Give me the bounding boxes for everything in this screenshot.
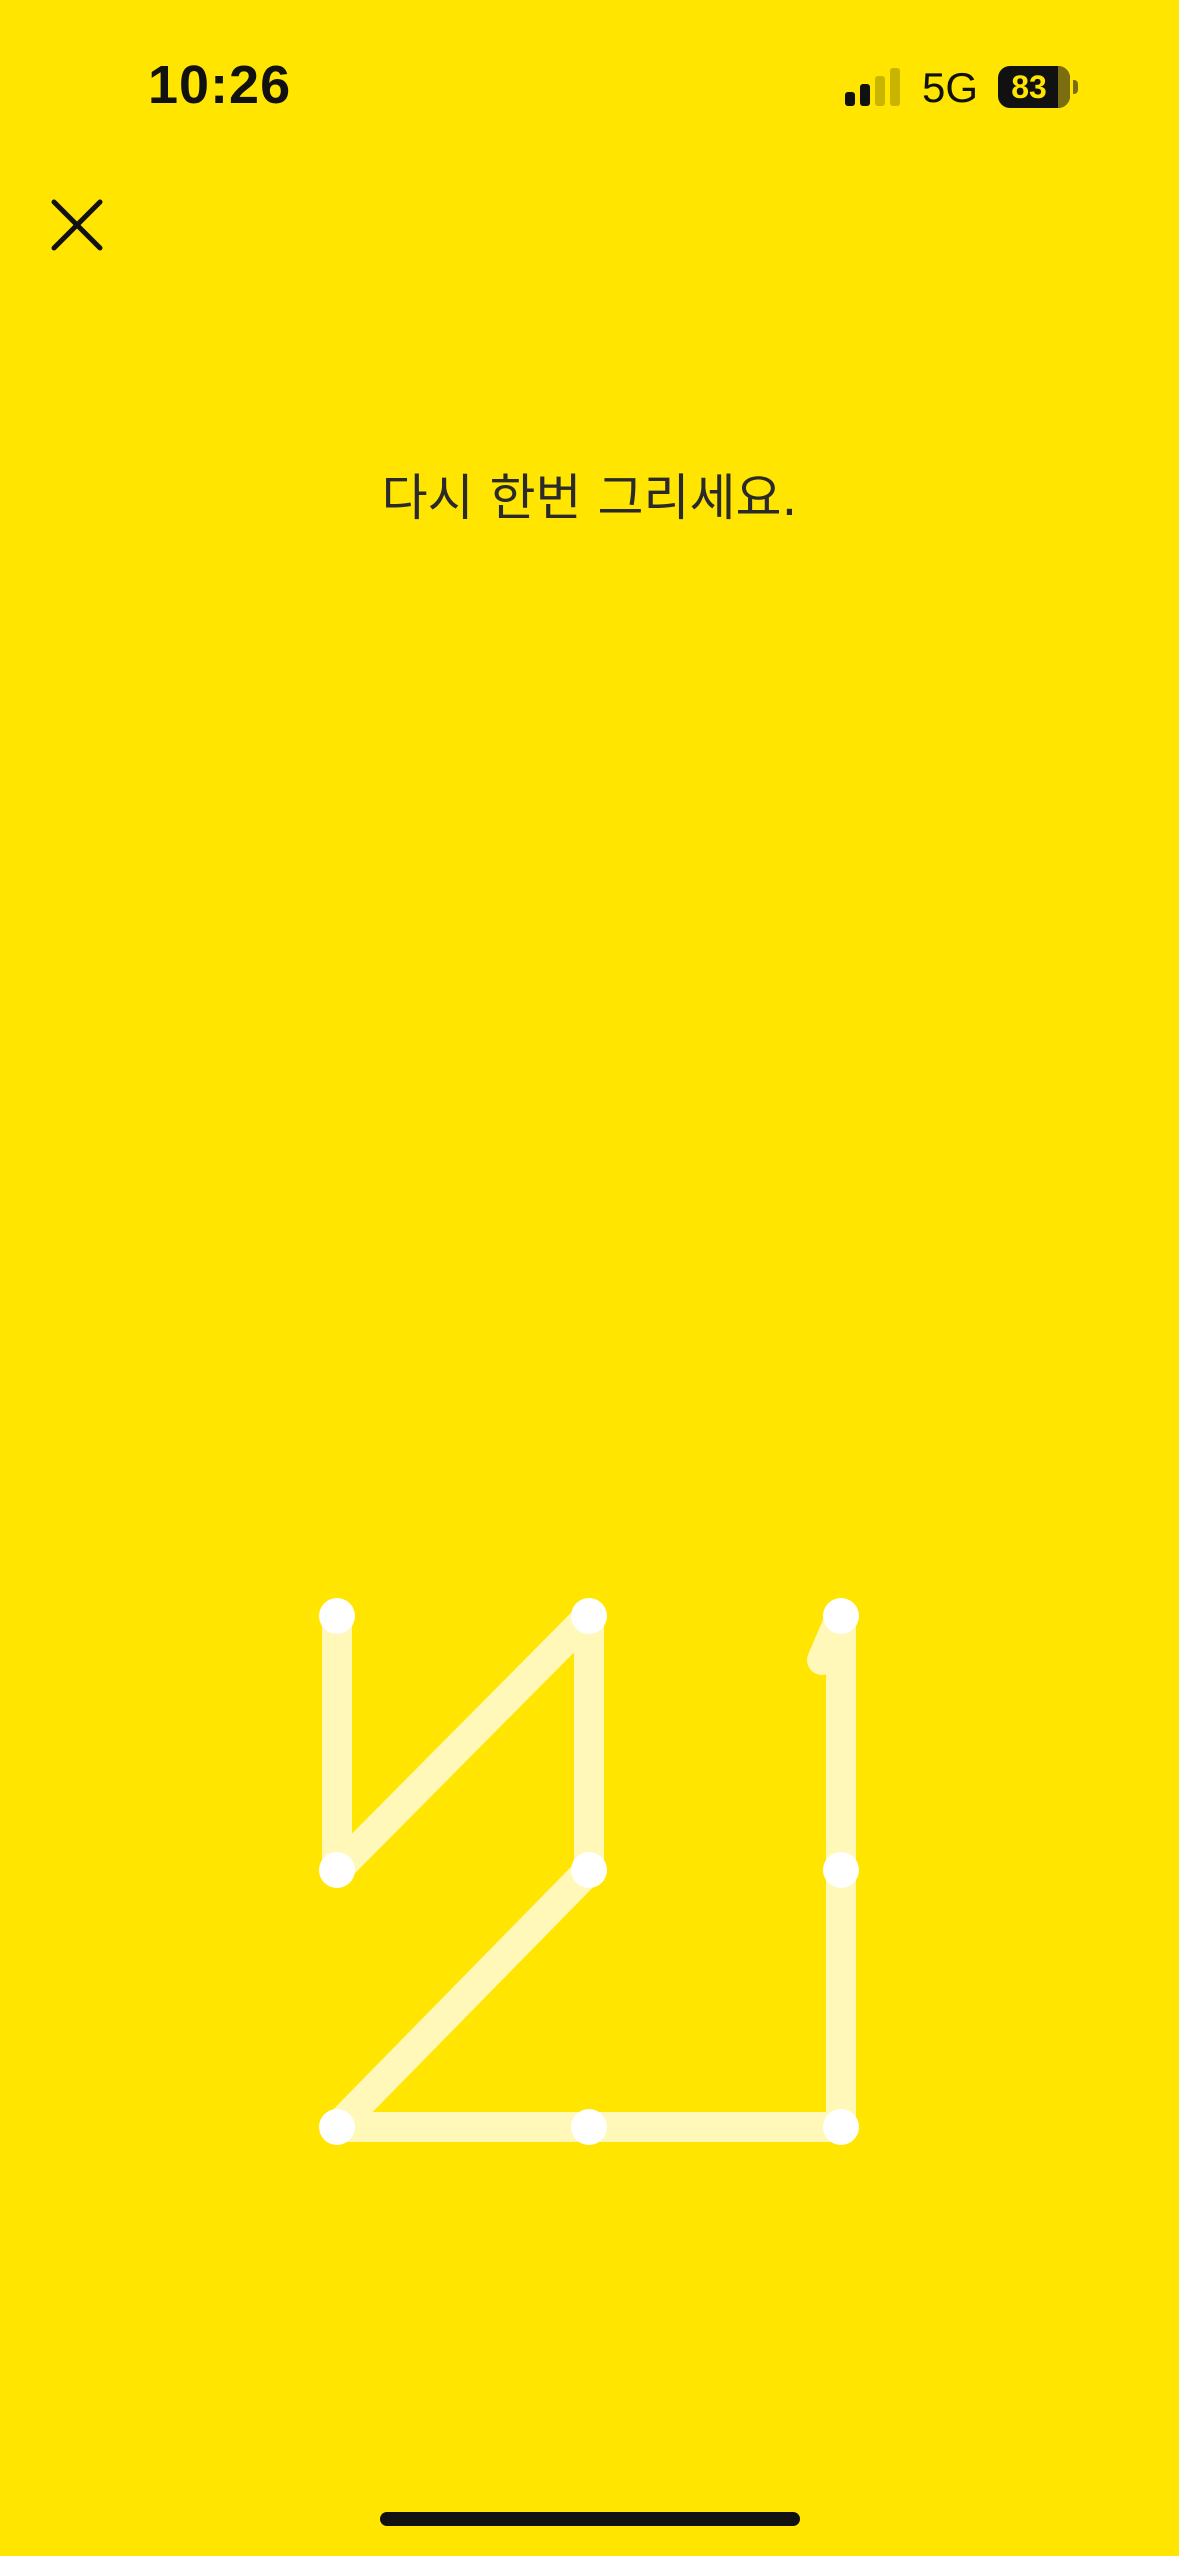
battery-percent: 83	[1011, 69, 1047, 105]
pattern-dot-3[interactable]	[319, 1852, 355, 1888]
instruction-text: 다시 한번 그리세요.	[381, 469, 798, 527]
pattern-dot-2[interactable]	[823, 1598, 859, 1634]
pattern-dot-5[interactable]	[823, 1852, 859, 1888]
signal-bar-4	[890, 68, 900, 106]
close-icon	[51, 199, 103, 251]
pattern-svg[interactable]	[0, 1500, 1179, 2200]
pattern-lock-area[interactable]	[0, 1500, 1179, 2200]
pattern-dot-6[interactable]	[319, 2109, 355, 2145]
pattern-dot-1[interactable]	[571, 1598, 607, 1634]
battery-icon: 83	[998, 66, 1078, 108]
signal-bar-2	[860, 84, 870, 106]
pattern-dot-0[interactable]	[319, 1598, 355, 1634]
status-time: 10:26	[148, 55, 292, 115]
home-indicator	[380, 2512, 800, 2526]
close-button[interactable]	[38, 182, 118, 262]
pattern-dot-8[interactable]	[823, 2109, 859, 2145]
signal-icon	[845, 68, 900, 106]
network-type: 5G	[922, 64, 979, 111]
battery-tip	[1073, 80, 1078, 94]
signal-bar-3	[875, 76, 885, 106]
battery-body: 83	[998, 66, 1070, 108]
status-bar: 10:26 5G 83	[0, 0, 1179, 170]
pattern-dot-7[interactable]	[571, 2109, 607, 2145]
signal-bar-1	[845, 92, 855, 106]
pattern-dot-4[interactable]	[571, 1852, 607, 1888]
